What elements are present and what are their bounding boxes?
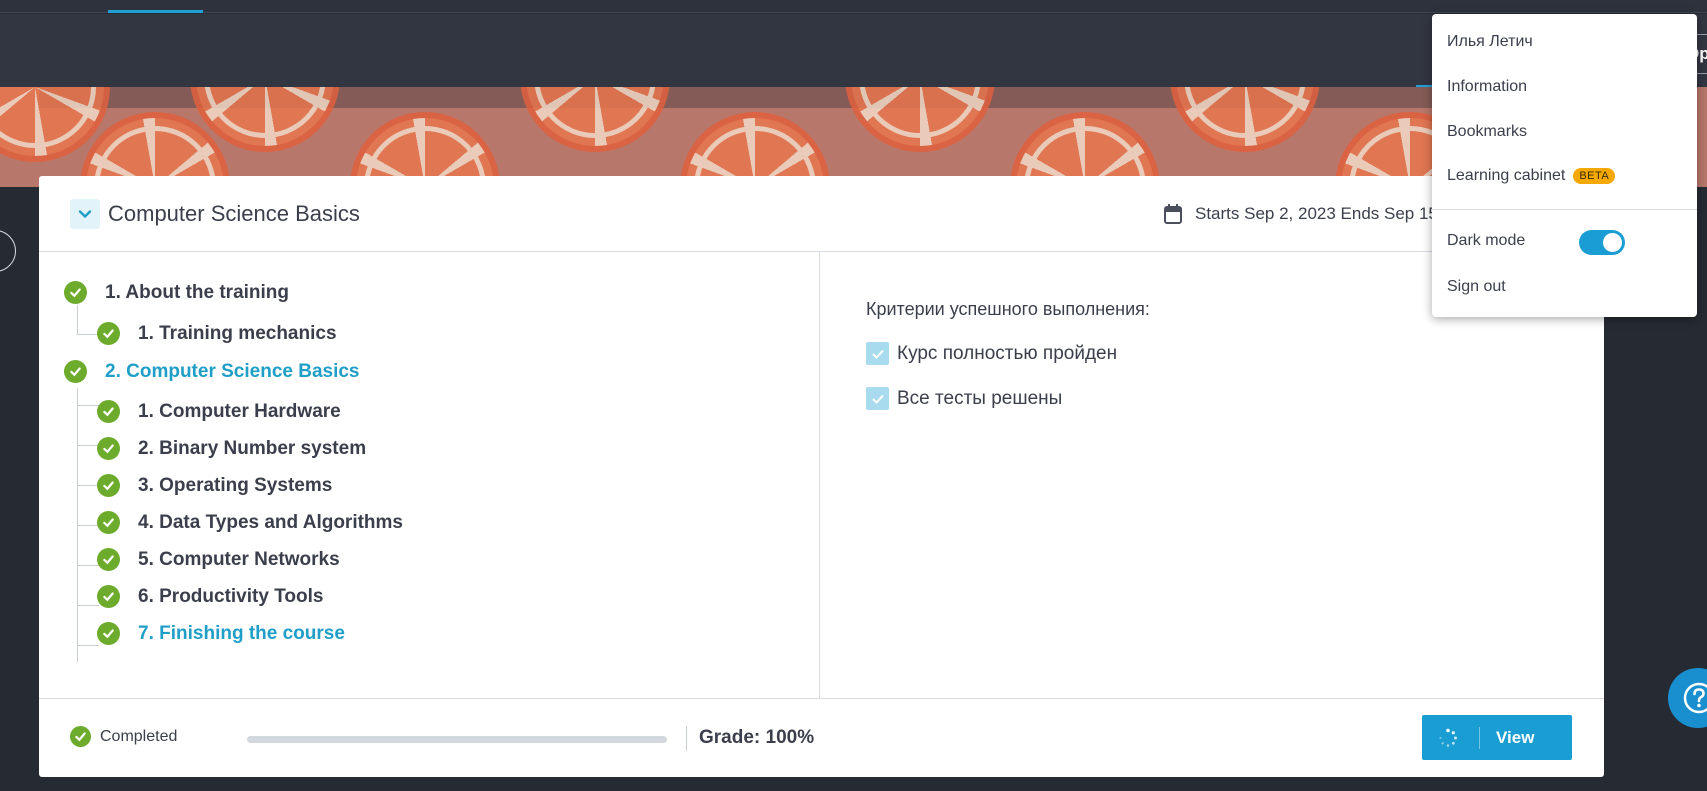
menu-user-name[interactable]: Илья Летич bbox=[1447, 33, 1533, 51]
tree-connector bbox=[77, 305, 78, 335]
menu-item-information[interactable]: Information bbox=[1447, 78, 1527, 96]
user-menu: Илья Летич Information Bookmarks Learnin… bbox=[1432, 14, 1697, 317]
chevron-down-icon bbox=[78, 210, 92, 218]
criteria-item: Все тесты решены bbox=[866, 387, 1062, 410]
check-circle-icon bbox=[97, 400, 120, 423]
outline-item[interactable]: 3. Operating Systems bbox=[97, 474, 332, 497]
outline-item[interactable]: 2. Binary Number system bbox=[97, 437, 366, 460]
question-icon bbox=[1683, 682, 1707, 714]
view-button-label: View bbox=[1496, 727, 1535, 747]
outline-item-label: 7. Finishing the course bbox=[138, 622, 345, 644]
outline-item[interactable]: 6. Productivity Tools bbox=[97, 585, 323, 608]
check-circle-icon bbox=[97, 548, 120, 571]
progress-bar bbox=[247, 736, 667, 743]
criteria-label: Все тесты решены bbox=[897, 387, 1063, 409]
button-divider bbox=[1479, 726, 1480, 749]
orange-pattern bbox=[520, 87, 670, 152]
side-nav-button[interactable] bbox=[0, 230, 16, 272]
panel-divider bbox=[819, 252, 820, 698]
menu-item-sign-out[interactable]: Sign out bbox=[1447, 278, 1506, 296]
tree-connector bbox=[77, 405, 99, 406]
outline-item[interactable]: 5. Computer Networks bbox=[97, 548, 340, 571]
outline-item-label: 5. Computer Networks bbox=[138, 548, 340, 570]
check-circle-icon bbox=[97, 585, 120, 608]
outline-item-label: 2. Binary Number system bbox=[138, 437, 367, 459]
grade-label: Grade: 100% bbox=[699, 727, 815, 748]
tree-connector bbox=[77, 445, 99, 446]
outline-item[interactable]: 1. Computer Hardware bbox=[97, 400, 341, 423]
course-dates: Starts Sep 2, 2023 Ends Sep 15, 2 bbox=[1195, 204, 1457, 223]
tree-connector bbox=[77, 525, 99, 526]
tree-connector bbox=[77, 565, 99, 566]
orange-pattern bbox=[845, 87, 995, 152]
criteria-label: Курс полностью пройден bbox=[897, 342, 1118, 364]
help-button[interactable] bbox=[1668, 668, 1707, 728]
active-tab-indicator[interactable] bbox=[108, 0, 203, 13]
collapse-button[interactable] bbox=[70, 199, 100, 229]
check-circle-icon bbox=[97, 511, 120, 534]
dark-mode-toggle[interactable] bbox=[1579, 230, 1625, 255]
menu-item-learning-cabinet[interactable]: Learning cabinet BETA bbox=[1447, 167, 1616, 185]
menu-item-dark-mode: Dark mode bbox=[1447, 232, 1526, 249]
outline-item[interactable]: 2. Computer Science Basics bbox=[64, 360, 360, 383]
outline-item-label: 4. Data Types and Algorithms bbox=[138, 511, 403, 533]
view-button[interactable]: View bbox=[1422, 715, 1572, 760]
criteria-title: Критерии успешного выполнения: bbox=[866, 299, 1150, 319]
check-circle-icon bbox=[64, 360, 87, 383]
outline-item-label: 6. Productivity Tools bbox=[138, 585, 324, 607]
check-icon bbox=[871, 394, 884, 404]
learning-cabinet-label: Learning cabinet bbox=[1447, 167, 1566, 184]
checkbox-checked bbox=[866, 342, 889, 365]
criteria-item: Курс полностью пройден bbox=[866, 342, 1117, 365]
check-circle-icon bbox=[97, 322, 120, 345]
tree-connector bbox=[77, 334, 99, 335]
outline-item-label: 1. Training mechanics bbox=[138, 322, 337, 344]
outline-item-label: 1. Computer Hardware bbox=[138, 400, 341, 422]
outline-item[interactable]: 7. Finishing the course bbox=[97, 622, 345, 645]
course-outline: 1. About the training 1. Training mechani… bbox=[39, 252, 819, 698]
top-tab-bar bbox=[0, 0, 1707, 13]
check-circle-icon bbox=[97, 622, 120, 645]
check-icon bbox=[871, 349, 884, 359]
outline-item-label: 3. Operating Systems bbox=[138, 474, 333, 496]
menu-item-bookmarks[interactable]: Bookmarks bbox=[1447, 123, 1527, 141]
check-circle-icon bbox=[97, 474, 120, 497]
course-card-header: Computer Science Basics Starts Sep 2, 20… bbox=[39, 176, 1604, 252]
tree-connector bbox=[77, 605, 99, 606]
outline-item[interactable]: 1. About the training bbox=[64, 281, 289, 304]
checkbox-checked bbox=[866, 387, 889, 410]
check-circle-icon bbox=[97, 437, 120, 460]
course-card: Computer Science Basics Starts Sep 2, 20… bbox=[39, 176, 1604, 777]
footer-divider bbox=[686, 726, 687, 751]
calendar-icon bbox=[1164, 204, 1182, 224]
progress-fill bbox=[247, 736, 667, 743]
menu-divider bbox=[1432, 209, 1697, 210]
spinner-icon bbox=[1439, 728, 1457, 747]
outline-item-label: 1. About the training bbox=[105, 281, 290, 303]
outline-item-label: 2. Computer Science Basics bbox=[105, 360, 360, 382]
outline-item[interactable]: 1. Training mechanics bbox=[97, 322, 337, 345]
check-circle-icon bbox=[64, 281, 87, 304]
orange-pattern bbox=[1170, 87, 1320, 152]
outline-item[interactable]: 4. Data Types and Algorithms bbox=[97, 511, 403, 534]
course-card-footer: Completed Grade: 100% View bbox=[39, 698, 1604, 777]
course-title: Computer Science Basics bbox=[108, 201, 360, 226]
check-circle-icon bbox=[70, 726, 91, 747]
completion-status: Completed bbox=[70, 726, 177, 747]
toggle-knob bbox=[1603, 233, 1622, 252]
status-label: Completed bbox=[100, 727, 178, 745]
tree-connector bbox=[77, 645, 99, 646]
tree-connector bbox=[77, 485, 99, 486]
beta-badge: BETA bbox=[1573, 168, 1616, 184]
